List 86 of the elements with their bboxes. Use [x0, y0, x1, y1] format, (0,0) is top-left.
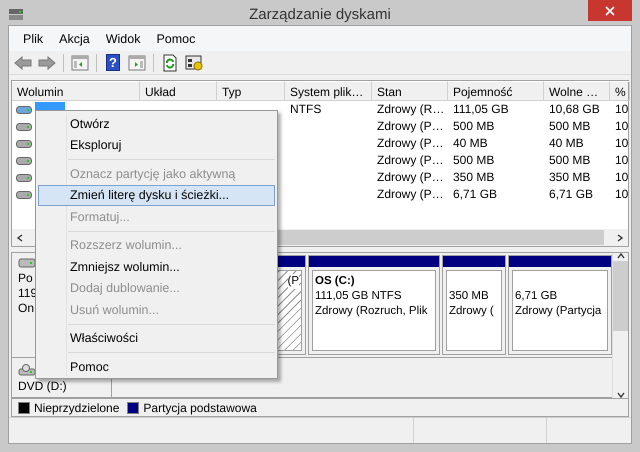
table-cell-text: 6,71 GB [548, 186, 594, 203]
show-hide-action-pane-button[interactable] [127, 52, 147, 72]
table-cell-text: Zdrowy (P… [376, 118, 445, 135]
close-icon [605, 6, 615, 16]
table-cell-text: 10 [614, 186, 630, 203]
partition-info: 6,71 GB [515, 289, 558, 304]
drive-icon [16, 122, 32, 132]
table-cell-text: NTFS [289, 101, 322, 118]
legend-label: Nieprzydzielone [34, 400, 120, 414]
table-cell-text: Zdrowy (P… [376, 135, 445, 152]
table-cell-text: 500 MB [452, 152, 496, 169]
table-cell-text: 350 MB [548, 169, 592, 186]
partition-info: Zdrowy (Partycja [515, 304, 602, 319]
scroll-down-icon[interactable] [616, 392, 624, 398]
table-cell-text: 6,71 GB [452, 186, 498, 203]
table-cell-text: 10 [614, 101, 630, 118]
show-hide-tree-button[interactable] [70, 52, 90, 72]
menu-item[interactable]: Zmień literę dysku i ścieżki... [38, 184, 275, 206]
partition[interactable]: OS (C:) 111,05 GB NTFS Zdrowy (Rozruch, Plik [308, 255, 440, 355]
table-cell-text: 350 MB [452, 169, 496, 186]
column-header[interactable]: Pojemność [448, 81, 544, 101]
table-cell-text: 10 [614, 152, 630, 169]
menu-item[interactable]: Otwórz [38, 113, 275, 134]
partition[interactable]: 350 MB Zdrowy ( [442, 255, 506, 355]
panel-icon [128, 54, 146, 70]
disk-management-icon [8, 6, 24, 22]
drive-icon [16, 104, 32, 114]
table-cell-text: Zdrowy (R… [376, 101, 446, 118]
back-arrow-icon [14, 56, 32, 70]
settings-icon [185, 54, 203, 70]
partition-header [443, 256, 505, 267]
legend-label: Partycja podstawowa [143, 400, 257, 414]
partition-info: Zdrowy ( [449, 304, 495, 319]
disk-label: Po [18, 271, 33, 286]
partition-info: Zdrowy (Rozruch, Plik [315, 304, 428, 319]
partition-title: OS (C:) [315, 274, 356, 289]
partition-info: 111,05 GB NTFS [315, 289, 402, 304]
table-cell-text: 40 MB [548, 135, 585, 152]
column-header[interactable]: % [610, 81, 630, 101]
table-cell-text: Zdrowy (P… [376, 152, 445, 169]
properties-button[interactable] [184, 52, 204, 72]
refresh-icon [162, 54, 178, 72]
partition[interactable]: 6,71 GB Zdrowy (Partycja [508, 255, 612, 355]
disk-label: On [18, 301, 34, 316]
menu-item[interactable]: Eksploruj [38, 134, 275, 156]
column-header[interactable]: System plik… [285, 81, 372, 101]
menu-item[interactable]: Zmniejsz wolumin... [38, 256, 275, 278]
drive-icon [16, 190, 32, 200]
disk-label: DVD (D:) [18, 379, 67, 394]
close-button[interactable] [588, 0, 632, 21]
column-header[interactable]: Wolumin [12, 81, 140, 101]
menu-item[interactable]: Widok [98, 30, 148, 48]
table-cell-text: 40 MB [452, 135, 489, 152]
table-cell-text: 10 [614, 169, 630, 186]
table-cell-text: 10,68 GB [548, 101, 601, 118]
table-cell-text: 500 MB [548, 152, 592, 169]
column-header[interactable]: Stan [372, 81, 448, 101]
drive-icon [16, 156, 32, 166]
scroll-left-icon[interactable] [17, 234, 23, 242]
menu-item[interactable]: Plik [15, 30, 52, 48]
menu-item[interactable]: Pomoc [148, 30, 204, 48]
menu-item[interactable]: Właściwości [38, 328, 275, 349]
table-cell-text: 500 MB [452, 118, 496, 135]
table-cell-text: 10 [614, 135, 630, 152]
window-title: Zarządzanie dyskami [249, 6, 391, 23]
scroll-right-icon[interactable] [617, 234, 623, 242]
table-cell-text: 111,05 GB [452, 101, 510, 118]
drive-icon [16, 172, 32, 182]
drive-icon [16, 138, 32, 148]
table-cell-text: 10 [614, 118, 630, 135]
table-cell-text: 500 MB [548, 118, 592, 135]
scroll-up-icon[interactable] [616, 253, 624, 259]
scrollbar-thumb[interactable] [613, 261, 628, 331]
table-cell-text: Zdrowy (P… [376, 169, 445, 186]
column-header[interactable]: Wolne … [544, 81, 610, 101]
column-header[interactable]: Typ [217, 81, 285, 101]
partition-info: (P [288, 274, 299, 289]
partition-info: 350 MB [449, 289, 490, 304]
column-header[interactable]: Układ [140, 81, 217, 101]
table-cell-text: Zdrowy (P… [376, 186, 445, 203]
panel-icon [71, 54, 89, 70]
optical-drive-icon [18, 364, 36, 376]
menu-item[interactable]: Akcja [51, 30, 98, 48]
menu-item[interactable]: Pomoc [38, 356, 275, 378]
forward-arrow-icon [38, 56, 56, 70]
help-button[interactable]: ? [103, 52, 123, 72]
